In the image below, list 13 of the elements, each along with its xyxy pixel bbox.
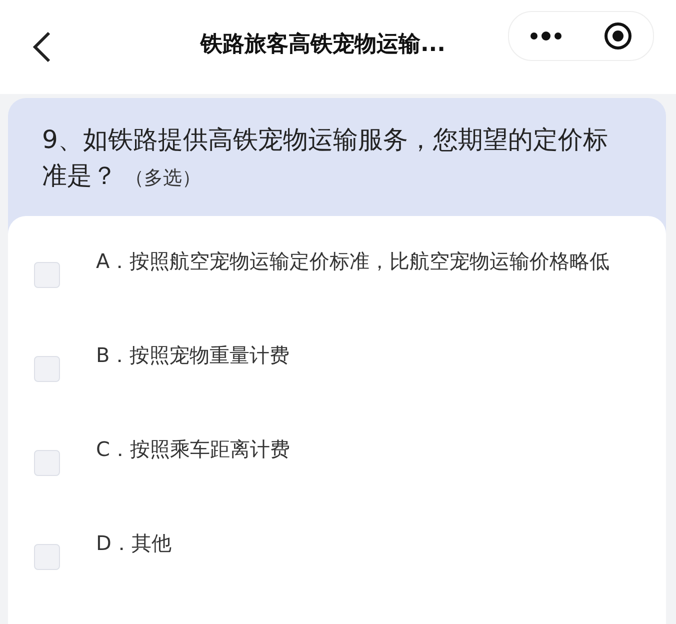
page-title: 铁路旅客高铁宠物运输...	[198, 30, 447, 59]
checkbox[interactable]	[34, 450, 60, 476]
option-label: A．按照航空宠物运输定价标准，比航空宠物运输价格略低	[96, 248, 611, 275]
more-icon	[530, 31, 562, 41]
option-label: D．其他	[96, 530, 172, 557]
target-icon	[604, 22, 632, 50]
question-text: 9、如铁路提供高铁宠物运输服务，您期望的定价标准是？ （多选）	[42, 124, 609, 192]
option-label: C．按照乘车距离计费	[96, 436, 291, 463]
checkbox[interactable]	[34, 544, 60, 570]
checkbox[interactable]	[34, 356, 60, 382]
checkbox[interactable]	[34, 262, 60, 288]
back-icon	[32, 31, 52, 63]
option-label: B．按照宠物重量计费	[96, 342, 291, 369]
